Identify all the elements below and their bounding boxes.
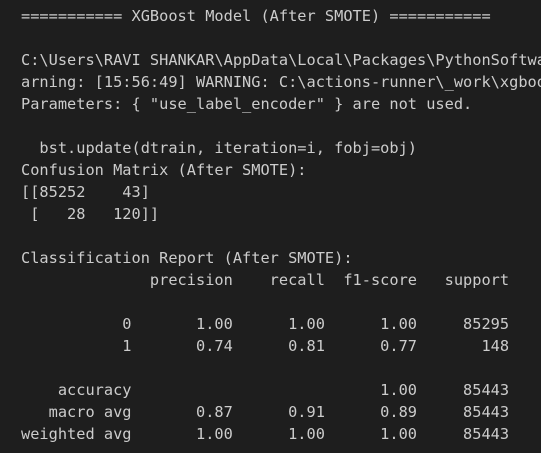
confusion-matrix-row-0: [[85252 43] <box>21 183 150 201</box>
report-row-class-1: 1 0.74 0.81 0.77 148 <box>21 337 510 355</box>
report-row-accuracy: accuracy 1.00 85443 <box>21 381 510 399</box>
report-row-class-0: 0 1.00 1.00 1.00 85295 <box>21 315 510 333</box>
classification-report-title: Classification Report (After SMOTE): <box>21 249 353 267</box>
confusion-matrix-title: Confusion Matrix (After SMOTE): <box>21 161 307 179</box>
warning-params-line: Parameters: { "use_label_encoder" } are … <box>21 95 473 113</box>
bst-update-line: bst.update(dtrain, iteration=i, fobj=obj… <box>21 139 418 157</box>
report-row-macro-avg: macro avg 0.87 0.91 0.89 85443 <box>21 403 510 421</box>
warning-message-line: arning: [15:56:49] WARNING: C:\actions-r… <box>21 73 541 91</box>
header-line: =========== XGBoost Model (After SMOTE) … <box>21 7 491 25</box>
report-header-row: precision recall f1-score support <box>21 271 510 289</box>
warning-path-line: C:\Users\RAVI SHANKAR\AppData\Local\Pack… <box>21 51 541 69</box>
confusion-matrix-row-1: [ 28 120]] <box>21 205 160 223</box>
terminal-output[interactable]: =========== XGBoost Model (After SMOTE) … <box>0 0 541 453</box>
report-row-weighted-avg: weighted avg 1.00 1.00 1.00 85443 <box>21 425 510 443</box>
